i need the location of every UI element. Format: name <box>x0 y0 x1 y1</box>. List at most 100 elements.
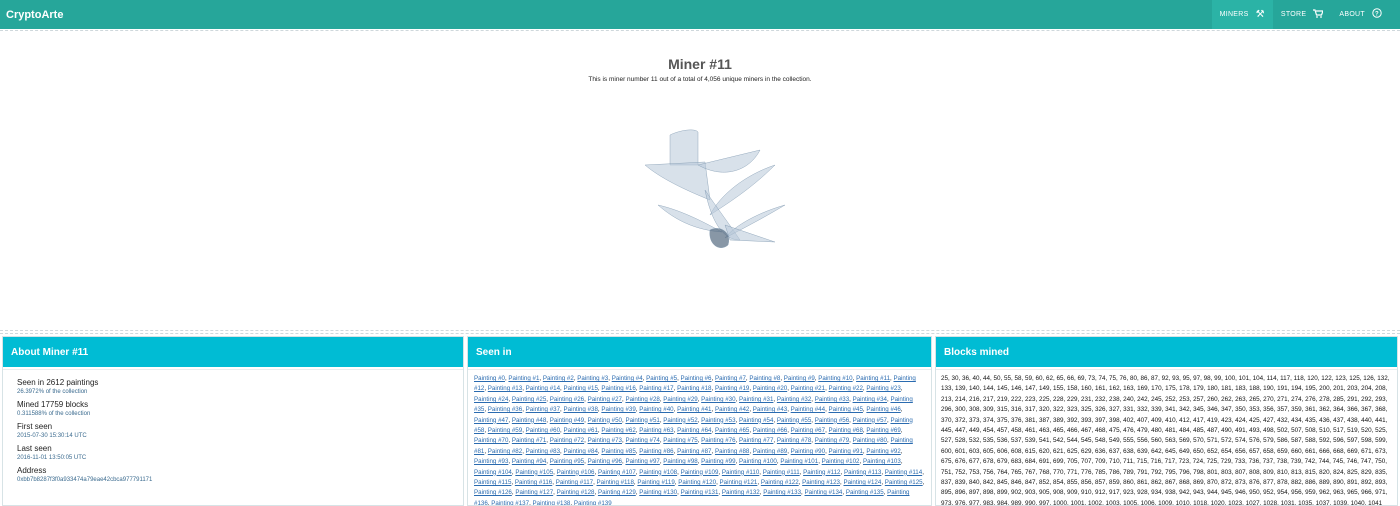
painting-link[interactable]: Painting #85 <box>601 448 635 455</box>
painting-link[interactable]: Painting #90 <box>791 448 825 455</box>
painting-link[interactable]: Painting #47 <box>474 417 508 424</box>
painting-link[interactable]: Painting #22 <box>829 385 863 392</box>
painting-link[interactable]: Painting #61 <box>564 427 598 434</box>
painting-link[interactable]: Painting #46 <box>866 406 900 413</box>
painting-link[interactable]: Painting #128 <box>557 489 595 496</box>
painting-link[interactable]: Painting #74 <box>625 437 659 444</box>
painting-link[interactable]: Painting #45 <box>829 406 863 413</box>
painting-link[interactable]: Painting #53 <box>701 417 735 424</box>
painting-link[interactable]: Painting #8 <box>749 375 780 382</box>
painting-link[interactable]: Painting #66 <box>753 427 787 434</box>
painting-link[interactable]: Painting #16 <box>601 385 635 392</box>
painting-link[interactable]: Painting #29 <box>663 396 697 403</box>
painting-link[interactable]: Painting #32 <box>777 396 811 403</box>
painting-link[interactable]: Painting #75 <box>663 437 697 444</box>
painting-link[interactable]: Painting #116 <box>515 479 552 486</box>
painting-link[interactable]: Painting #5 <box>646 375 677 382</box>
painting-link[interactable]: Painting #88 <box>715 448 749 455</box>
painting-link[interactable]: Painting #63 <box>639 427 673 434</box>
painting-link[interactable]: Painting #83 <box>526 448 560 455</box>
painting-link[interactable]: Painting #139 <box>574 500 612 505</box>
painting-link[interactable]: Painting #101 <box>780 458 818 465</box>
painting-link[interactable]: Painting #126 <box>474 489 512 496</box>
painting-link[interactable]: Painting #42 <box>715 406 749 413</box>
painting-link[interactable]: Painting #54 <box>739 417 773 424</box>
painting-link[interactable]: Painting #62 <box>601 427 635 434</box>
painting-link[interactable]: Painting #69 <box>866 427 900 434</box>
nav-miners[interactable]: MINERS ⚒ <box>1211 0 1273 29</box>
painting-link[interactable]: Painting #11 <box>856 375 890 382</box>
painting-link[interactable]: Painting #94 <box>512 458 546 465</box>
painting-link[interactable]: Painting #2 <box>543 375 574 382</box>
painting-link[interactable]: Painting #28 <box>625 396 659 403</box>
painting-link[interactable]: Painting #119 <box>637 479 674 486</box>
painting-link[interactable]: Painting #65 <box>715 427 749 434</box>
painting-link[interactable]: Painting #37 <box>526 406 560 413</box>
painting-link[interactable]: Painting #113 <box>844 469 881 476</box>
painting-link[interactable]: Painting #71 <box>512 437 546 444</box>
painting-link[interactable]: Painting #86 <box>639 448 673 455</box>
painting-link[interactable]: Painting #108 <box>639 469 677 476</box>
painting-link[interactable]: Painting #23 <box>866 385 900 392</box>
painting-link[interactable]: Painting #114 <box>885 469 922 476</box>
painting-link[interactable]: Painting #133 <box>763 489 801 496</box>
painting-link[interactable]: Painting #91 <box>829 448 863 455</box>
painting-link[interactable]: Painting #0 <box>474 375 505 382</box>
painting-link[interactable]: Painting #49 <box>550 417 584 424</box>
painting-link[interactable]: Painting #131 <box>681 489 719 496</box>
painting-link[interactable]: Painting #70 <box>474 437 508 444</box>
painting-link[interactable]: Painting #55 <box>777 417 811 424</box>
painting-link[interactable]: Painting #117 <box>556 479 593 486</box>
painting-link[interactable]: Painting #93 <box>474 458 508 465</box>
painting-link[interactable]: Painting #96 <box>588 458 622 465</box>
painting-link[interactable]: Painting #68 <box>829 427 863 434</box>
painting-link[interactable]: Painting #21 <box>791 385 825 392</box>
painting-link[interactable]: Painting #24 <box>474 396 508 403</box>
painting-link[interactable]: Painting #98 <box>663 458 697 465</box>
painting-link[interactable]: Painting #59 <box>488 427 522 434</box>
painting-link[interactable]: Painting #79 <box>815 437 849 444</box>
painting-link[interactable]: Painting #50 <box>588 417 622 424</box>
painting-link[interactable]: Painting #44 <box>791 406 825 413</box>
painting-link[interactable]: Painting #125 <box>885 479 923 486</box>
painting-link[interactable]: Painting #60 <box>526 427 560 434</box>
painting-link[interactable]: Painting #104 <box>474 469 512 476</box>
painting-link[interactable]: Painting #112 <box>803 469 840 476</box>
painting-link[interactable]: Painting #25 <box>512 396 546 403</box>
painting-link[interactable]: Painting #43 <box>753 406 787 413</box>
painting-link[interactable]: Painting #99 <box>701 458 735 465</box>
painting-link[interactable]: Painting #33 <box>815 396 849 403</box>
painting-link[interactable]: Painting #56 <box>815 417 849 424</box>
painting-link[interactable]: Painting #130 <box>639 489 677 496</box>
painting-link[interactable]: Painting #129 <box>598 489 636 496</box>
painting-link[interactable]: Painting #31 <box>739 396 773 403</box>
painting-link[interactable]: Painting #92 <box>866 448 900 455</box>
nav-store[interactable]: STORE <box>1273 0 1332 29</box>
painting-link[interactable]: Painting #84 <box>564 448 598 455</box>
painting-link[interactable]: Painting #73 <box>588 437 622 444</box>
painting-link[interactable]: Painting #120 <box>678 479 716 486</box>
painting-link[interactable]: Painting #121 <box>720 479 758 486</box>
painting-link[interactable]: Painting #14 <box>526 385 560 392</box>
painting-link[interactable]: Painting #6 <box>681 375 712 382</box>
painting-link[interactable]: Painting #77 <box>739 437 773 444</box>
painting-link[interactable]: Painting #134 <box>805 489 843 496</box>
painting-link[interactable]: Painting #76 <box>701 437 735 444</box>
painting-link[interactable]: Painting #95 <box>550 458 584 465</box>
painting-link[interactable]: Painting #26 <box>550 396 584 403</box>
painting-link[interactable]: Painting #111 <box>763 469 800 476</box>
painting-link[interactable]: Painting #72 <box>550 437 584 444</box>
painting-link[interactable]: Painting #138 <box>533 500 571 505</box>
painting-link[interactable]: Painting #40 <box>639 406 673 413</box>
painting-link[interactable]: Painting #107 <box>598 469 636 476</box>
painting-link[interactable]: Painting #118 <box>597 479 634 486</box>
painting-link[interactable]: Painting #137 <box>491 500 529 505</box>
painting-link[interactable]: Painting #110 <box>722 469 759 476</box>
painting-link[interactable]: Painting #132 <box>722 489 760 496</box>
painting-link[interactable]: Painting #109 <box>681 469 719 476</box>
painting-link[interactable]: Painting #18 <box>677 385 711 392</box>
brand-logo[interactable]: CryptoArte <box>6 9 63 21</box>
painting-link[interactable]: Painting #82 <box>488 448 522 455</box>
painting-link[interactable]: Painting #36 <box>488 406 522 413</box>
painting-link[interactable]: Painting #10 <box>818 375 852 382</box>
